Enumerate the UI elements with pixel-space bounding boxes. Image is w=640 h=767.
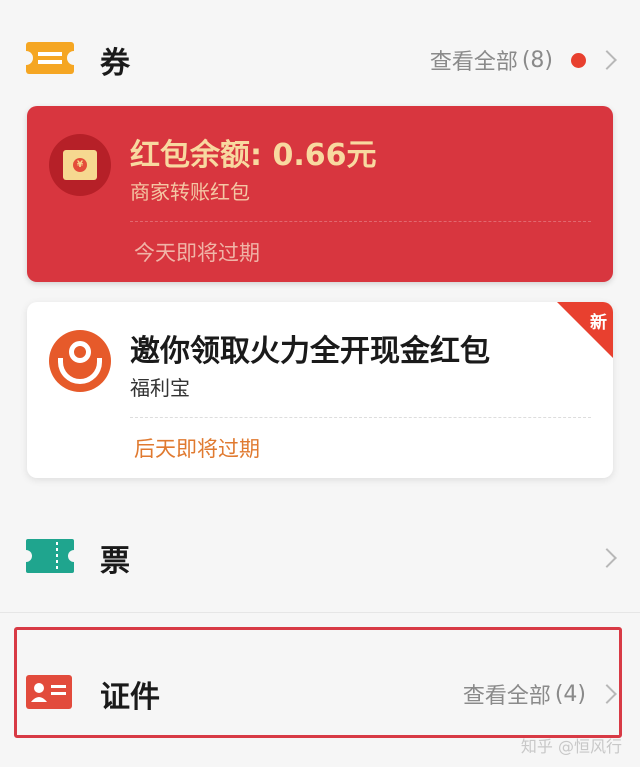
invite-title: 邀你领取火力全开现金红包 (130, 334, 490, 369)
red-envelope-expire: 今天即将过期 (134, 241, 260, 265)
invite-card[interactable]: 邀你领取火力全开现金红包 福利宝 后天即将过期 新 (27, 302, 613, 478)
ticket-icon (20, 539, 80, 577)
new-badge-label: 新 (590, 313, 607, 333)
coupons-view-all[interactable]: 查看全部 (8) (429, 44, 617, 76)
highlight-box (14, 627, 622, 738)
tickets-row[interactable]: 票 (0, 518, 640, 598)
watermark: 知乎 @恒风行 (520, 737, 622, 756)
coupon-icon (19, 40, 81, 80)
red-envelope-subtitle: 商家转账红包 (130, 180, 250, 204)
section-divider (0, 612, 640, 613)
notification-dot (571, 52, 586, 68)
coupons-view-all-label: 查看全部 (429, 50, 518, 75)
tickets-chevron[interactable] (586, 548, 617, 568)
coupons-row[interactable]: 券 查看全部 (8) (0, 20, 640, 100)
coupons-title: 券 (100, 46, 130, 81)
tickets-title: 票 (100, 544, 130, 579)
card-divider (130, 221, 591, 222)
coupons-count: (8) (521, 47, 553, 73)
red-envelope-card[interactable]: ¥ 红包余额: 0.66元 商家转账红包 今天即将过期 (27, 106, 613, 282)
red-envelope-balance: 红包余额: 0.66元 (130, 138, 377, 173)
fulibao-icon (49, 330, 111, 392)
chevron-right-icon (597, 548, 617, 568)
invite-subtitle: 福利宝 (130, 376, 190, 400)
chevron-right-icon (597, 50, 617, 70)
card-divider (130, 417, 591, 418)
invite-expire: 后天即将过期 (134, 437, 260, 461)
red-envelope-icon: ¥ (49, 134, 111, 196)
